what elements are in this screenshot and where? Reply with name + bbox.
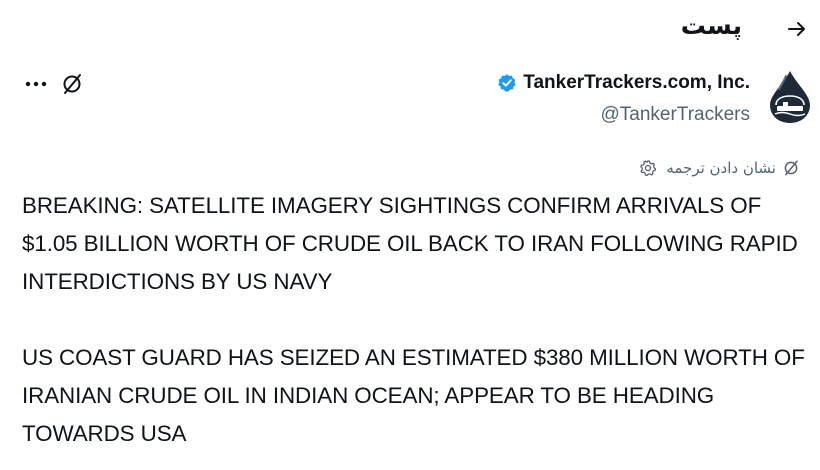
grok-button[interactable] bbox=[58, 70, 86, 98]
post-paragraph: BREAKING: SATELLITE IMAGERY SIGHTINGS CO… bbox=[22, 193, 798, 294]
grok-translate-icon bbox=[784, 160, 798, 176]
back-button[interactable] bbox=[780, 14, 814, 44]
show-translation-label: نشان دادن ترجمه bbox=[666, 159, 776, 177]
arrow-right-icon bbox=[788, 22, 805, 36]
more-horizontal-icon bbox=[25, 81, 47, 87]
post-text: BREAKING: SATELLITE IMAGERY SIGHTINGS CO… bbox=[22, 187, 818, 453]
translate-row: نشان دادن ترجمه bbox=[638, 158, 800, 178]
post-paragraph: US COAST GUARD HAS SEIZED AN ESTIMATED $… bbox=[22, 345, 805, 446]
oil-drop-logo-icon bbox=[770, 71, 810, 123]
author-name-link[interactable]: TankerTrackers.com, Inc. bbox=[497, 72, 750, 94]
author-handle[interactable]: @TankerTrackers bbox=[600, 104, 750, 126]
avatar[interactable] bbox=[764, 69, 816, 125]
grok-icon bbox=[63, 74, 81, 94]
gear-icon bbox=[640, 160, 657, 177]
page-title: پست bbox=[680, 11, 742, 40]
verified-badge-icon bbox=[497, 73, 517, 93]
more-options-button[interactable] bbox=[22, 72, 50, 96]
show-translation-link[interactable]: نشان دادن ترجمه bbox=[666, 159, 800, 177]
author-name: TankerTrackers.com, Inc. bbox=[523, 72, 750, 93]
translation-settings-button[interactable] bbox=[638, 158, 658, 178]
